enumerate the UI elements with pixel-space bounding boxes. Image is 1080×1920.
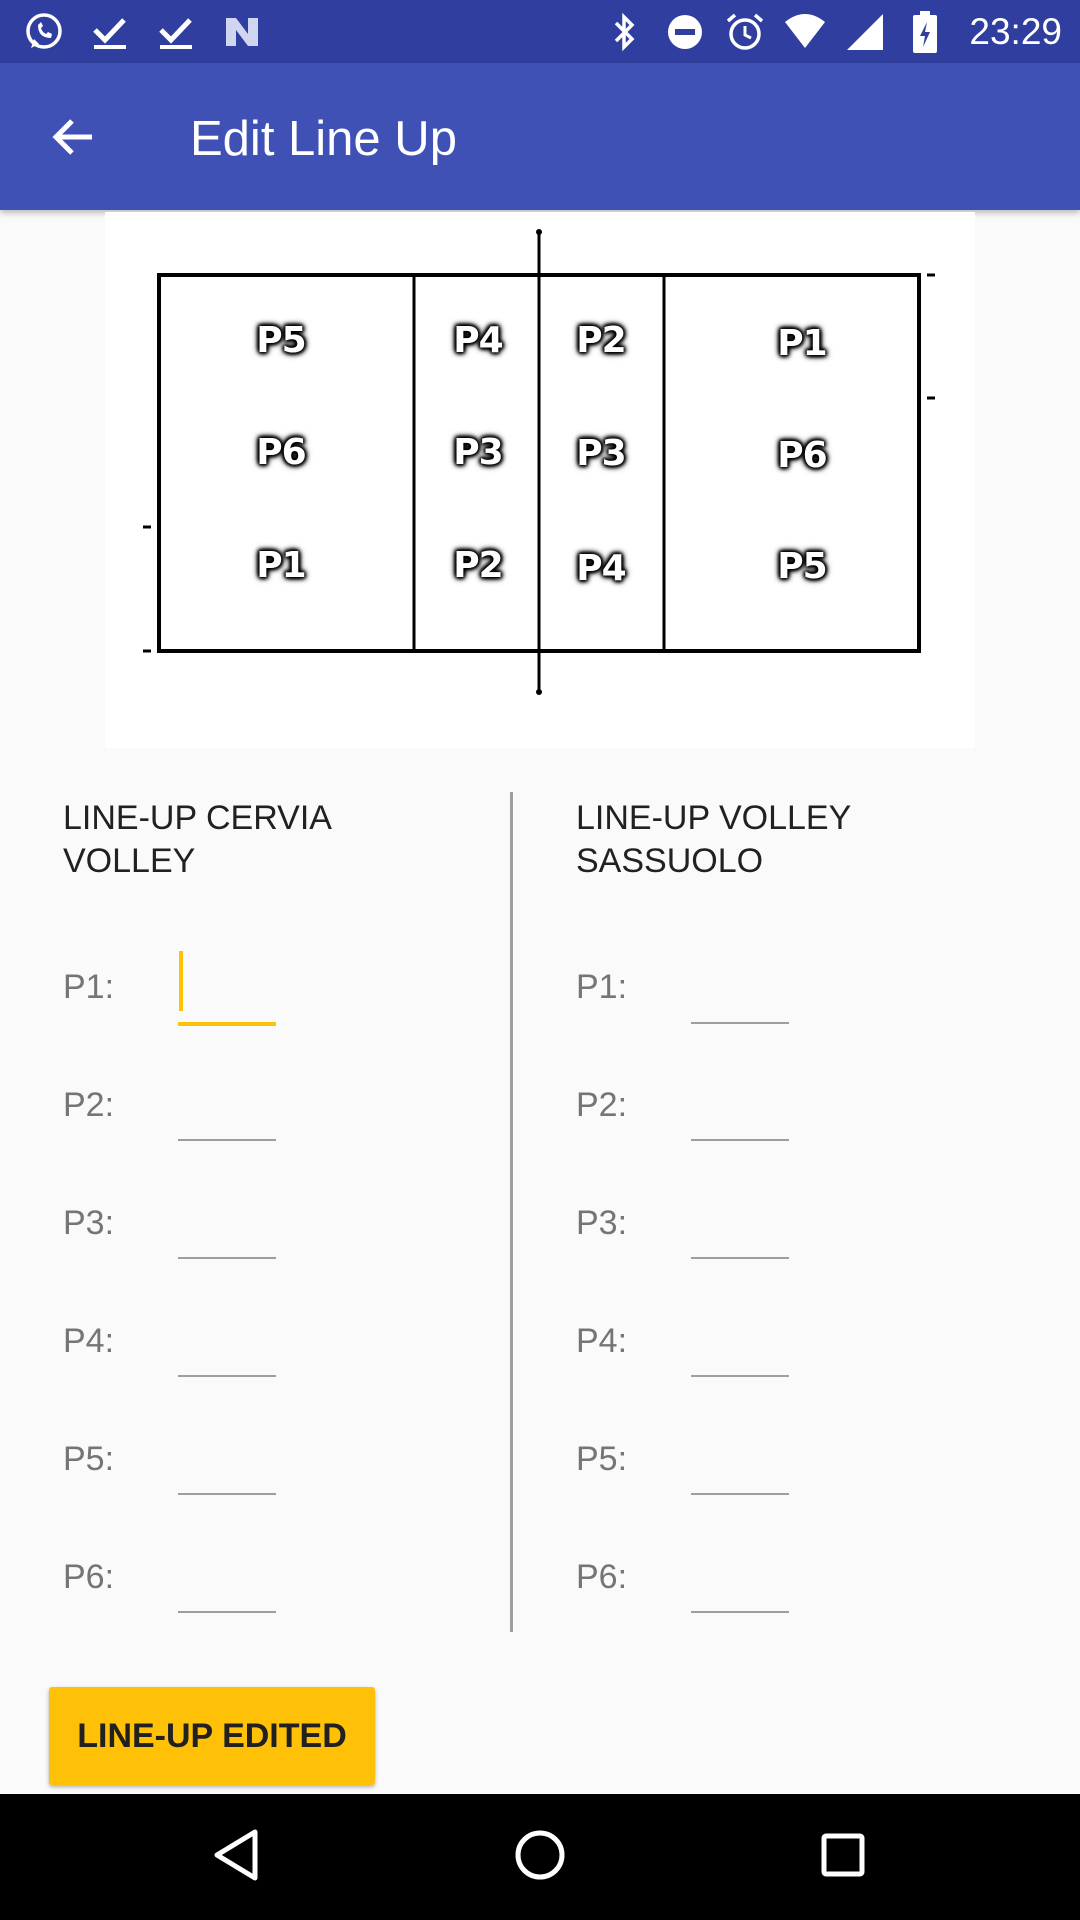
court-right-back-bottom: P5	[777, 546, 827, 587]
check-download-icon	[154, 10, 198, 54]
nav-back-button[interactable]	[201, 1822, 271, 1892]
left-p1-label: P1:	[63, 968, 115, 1006]
nav-recents-button[interactable]	[808, 1822, 878, 1892]
back-button[interactable]	[40, 107, 104, 171]
court-right-front-bottom: P4	[576, 548, 626, 589]
team-right-title: LINE-UP VOLLEY SASSUOLO	[576, 799, 851, 880]
recents-square-icon	[819, 1831, 867, 1884]
app-bar: Edit Line Up	[0, 63, 1080, 210]
team-left-title: LINE-UP CERVIA VOLLEY	[63, 799, 331, 880]
left-p1-input[interactable]	[178, 966, 276, 1026]
court-right-back-top: P1	[777, 323, 827, 364]
bluetooth-icon	[603, 10, 647, 54]
navigation-bar	[0, 1794, 1080, 1920]
right-p2-label: P2:	[576, 1086, 628, 1124]
nav-home-button[interactable]	[505, 1822, 575, 1892]
do-not-disturb-icon	[663, 10, 707, 54]
signal-icon	[843, 10, 887, 54]
arrow-back-icon	[48, 113, 96, 166]
court-diagram: P5 P6 P1 P4 P3 P2 P2 P3 P4 P1 P6 P5	[105, 212, 975, 748]
left-p3-input[interactable]	[178, 1201, 276, 1259]
text-caret	[179, 951, 183, 1011]
right-p5-label: P5:	[576, 1440, 628, 1478]
court-left-front-middle: P3	[453, 432, 503, 473]
home-circle-icon	[513, 1828, 567, 1887]
right-p5-input[interactable]	[691, 1437, 789, 1495]
court-right-front-middle: P3	[576, 433, 626, 474]
left-p4-input[interactable]	[178, 1319, 276, 1377]
court-left-back-top: P5	[256, 320, 306, 361]
left-p6-label: P6:	[63, 1558, 115, 1596]
whatsapp-icon	[22, 10, 66, 54]
left-p3-label: P3:	[63, 1204, 115, 1242]
court-left-back-middle: P6	[256, 432, 306, 473]
right-p1-input[interactable]	[691, 966, 789, 1024]
lineup-edited-button[interactable]: LINE-UP EDITED	[49, 1687, 375, 1785]
left-p6-input[interactable]	[178, 1555, 276, 1613]
court-left-back-bottom: P1	[256, 545, 306, 586]
n-logo-icon	[220, 10, 264, 54]
court-right-front-top: P2	[576, 320, 626, 361]
battery-charging-icon	[903, 10, 947, 54]
status-time: 23:29	[969, 11, 1062, 52]
right-p4-label: P4:	[576, 1322, 628, 1360]
right-p2-input[interactable]	[691, 1083, 789, 1141]
court-lines	[143, 229, 935, 695]
column-divider	[510, 792, 513, 1632]
right-p3-input[interactable]	[691, 1201, 789, 1259]
court-right-back-middle: P6	[777, 435, 827, 476]
wifi-icon	[783, 10, 827, 54]
right-p4-input[interactable]	[691, 1319, 789, 1377]
right-p1-label: P1:	[576, 968, 628, 1006]
right-p6-label: P6:	[576, 1558, 628, 1596]
left-p2-input[interactable]	[178, 1083, 276, 1141]
right-p3-label: P3:	[576, 1204, 628, 1242]
check-download-icon	[88, 10, 132, 54]
left-p5-input[interactable]	[178, 1437, 276, 1495]
back-triangle-icon	[211, 1828, 261, 1887]
right-p6-input[interactable]	[691, 1555, 789, 1613]
status-bar: 23:29	[0, 0, 1080, 63]
left-p4-label: P4:	[63, 1322, 115, 1360]
court-left-front-top: P4	[453, 320, 503, 361]
left-p5-label: P5:	[63, 1440, 115, 1478]
court-left-front-bottom: P2	[453, 545, 503, 586]
alarm-icon	[723, 10, 767, 54]
page-title: Edit Line Up	[190, 112, 457, 166]
left-p2-label: P2:	[63, 1086, 115, 1124]
